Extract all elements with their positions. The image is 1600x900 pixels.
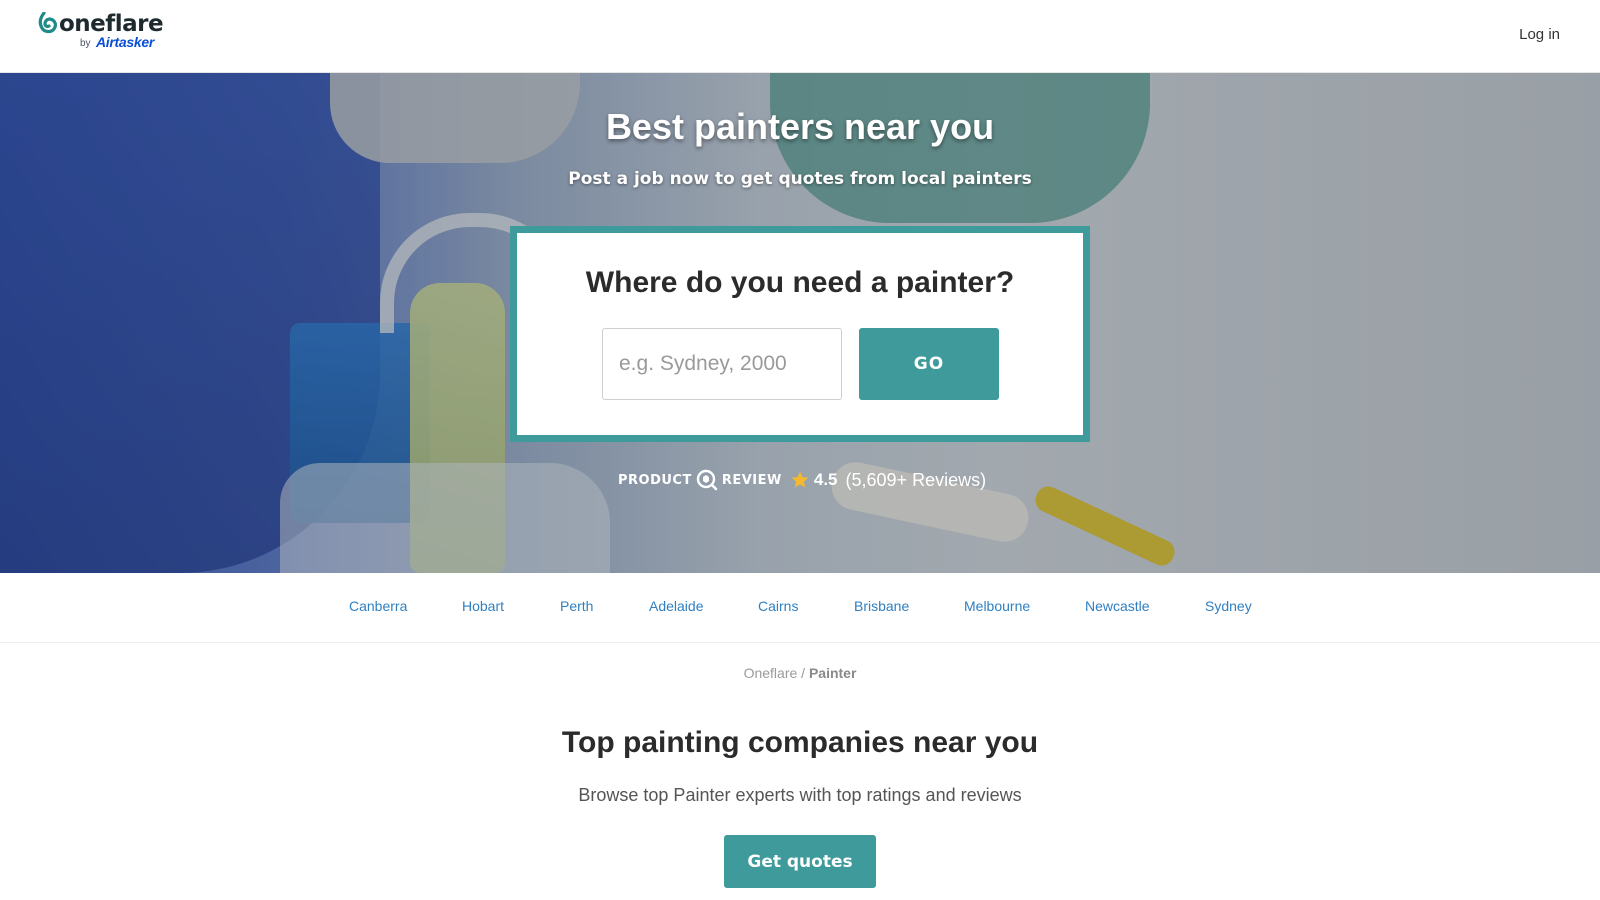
search-card-heading: Where do you need a painter?	[585, 266, 1015, 299]
city-link-melbourne[interactable]: Melbourne	[964, 598, 1030, 614]
logo-by-text: by	[80, 38, 91, 49]
city-link-adelaide[interactable]: Adelaide	[649, 598, 704, 614]
product-review-rating: PRODUCT REVIEW 4.5 (5,609+ Reviews)	[0, 465, 1600, 495]
hero-subtitle: Post a job now to get quotes from local …	[568, 169, 1032, 189]
city-link-perth[interactable]: Perth	[560, 598, 593, 614]
review-count: (5,609+ Reviews)	[845, 469, 987, 490]
hero-banner: Best painters near you Post a job now to…	[0, 73, 1600, 573]
city-link-canberra[interactable]: Canberra	[349, 598, 407, 614]
go-button[interactable]: GO	[859, 328, 999, 400]
oneflare-logo[interactable]: oneflare by Airtasker	[38, 11, 168, 52]
rating-value: 4.5	[813, 470, 838, 489]
breadcrumb-home-link[interactable]: Oneflare	[744, 665, 798, 681]
city-link-brisbane[interactable]: Brisbane	[854, 598, 909, 614]
product-review-logo-product: PRODUCT	[618, 472, 692, 488]
site-header: oneflare by Airtasker Log in	[0, 0, 1600, 73]
location-input[interactable]	[602, 328, 842, 400]
breadcrumb: Oneflare / Painter	[0, 665, 1600, 681]
get-quotes-button[interactable]: Get quotes	[724, 835, 876, 888]
product-review-magnifier-icon	[696, 469, 718, 491]
city-link-newcastle[interactable]: Newcastle	[1085, 598, 1150, 614]
breadcrumb-current: Painter	[808, 665, 857, 681]
section-title: Top painting companies near you	[561, 726, 1039, 759]
airtasker-logo: Airtasker	[96, 34, 155, 50]
city-links-bar: Canberra Hobart Perth Adelaide Cairns Br…	[0, 573, 1600, 643]
product-review-logo-review: REVIEW	[721, 472, 782, 488]
location-search-card: Where do you need a painter? GO	[510, 226, 1090, 442]
hero-title: Best painters near you	[605, 106, 995, 147]
login-link[interactable]: Log in	[1519, 26, 1560, 43]
city-link-hobart[interactable]: Hobart	[462, 598, 504, 614]
section-subtitle: Browse top Painter experts with top rati…	[578, 785, 1022, 805]
city-link-cairns[interactable]: Cairns	[758, 598, 798, 614]
star-icon	[791, 471, 809, 488]
city-link-sydney[interactable]: Sydney	[1205, 598, 1252, 614]
oneflare-flame-icon	[38, 12, 57, 34]
breadcrumb-separator: /	[797, 665, 809, 681]
